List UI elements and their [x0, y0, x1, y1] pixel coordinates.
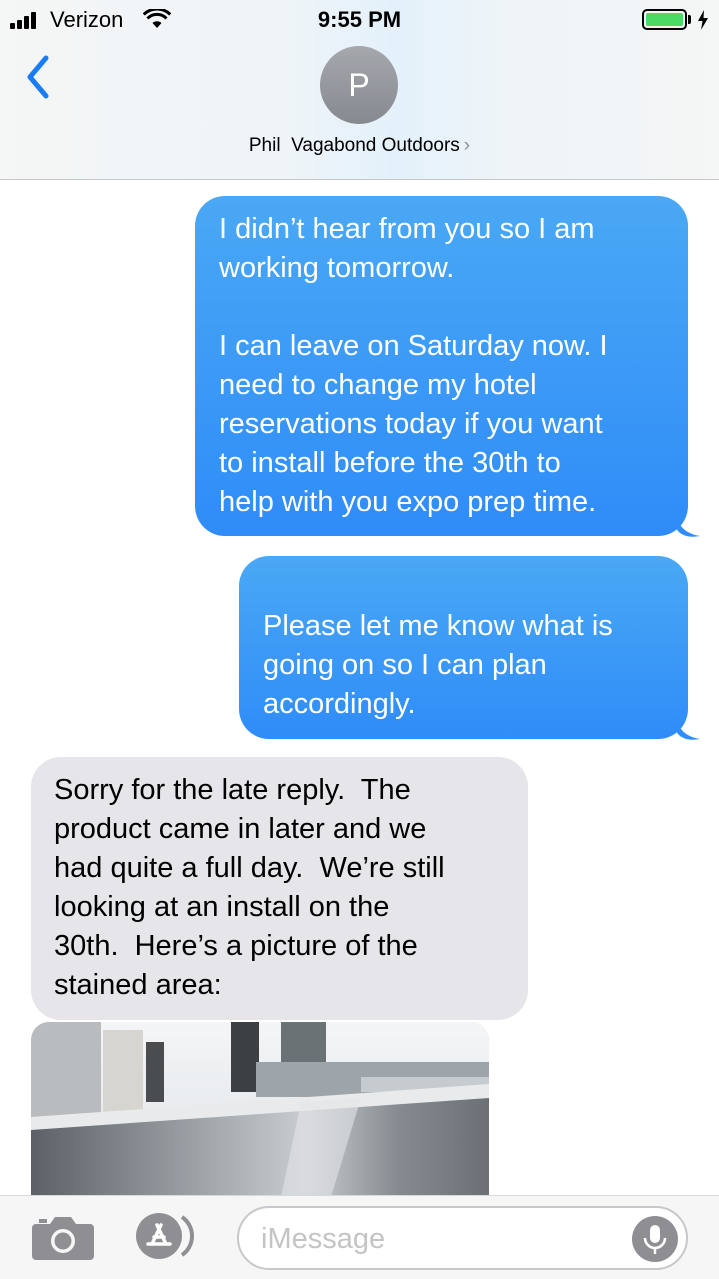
conversation-header: Verizon 9:55 PM P Phil Vagabond Outdoors… [0, 0, 719, 180]
sent-message-bubble[interactable]: I didn’t hear from you so I am working t… [195, 196, 688, 536]
status-bar: Verizon 9:55 PM [0, 0, 719, 40]
battery-icon [642, 9, 687, 30]
sent-message-bubble[interactable]: Please let me know what is going on so I… [239, 556, 688, 739]
charging-bolt-icon [698, 10, 708, 30]
microphone-icon[interactable] [632, 1216, 678, 1262]
bubble-tail [676, 717, 700, 740]
imessage-placeholder: iMessage [261, 1223, 386, 1255]
photo-image [31, 1022, 489, 1197]
photo-attachment[interactable] [31, 1022, 489, 1197]
contact-avatar[interactable]: P [320, 46, 398, 124]
received-message-bubble[interactable]: Sorry for the late reply. The product ca… [31, 757, 528, 1020]
message-input-bar: iMessage [0, 1195, 719, 1279]
microphone-glyph [643, 1225, 667, 1254]
bubble-tail [676, 514, 700, 537]
battery-tip [688, 15, 691, 24]
contact-name-button[interactable]: Phil Vagabond Outdoors › [0, 135, 719, 157]
camera-icon[interactable] [32, 1214, 94, 1260]
contact-name: Phil Vagabond Outdoors [248, 135, 460, 156]
back-button[interactable] [20, 52, 56, 102]
imessage-input[interactable]: iMessage [237, 1206, 688, 1270]
status-time: 9:55 PM [317, 7, 402, 32]
app-store-icon[interactable] [134, 1211, 204, 1261]
chevron-right-icon: › [463, 135, 471, 156]
